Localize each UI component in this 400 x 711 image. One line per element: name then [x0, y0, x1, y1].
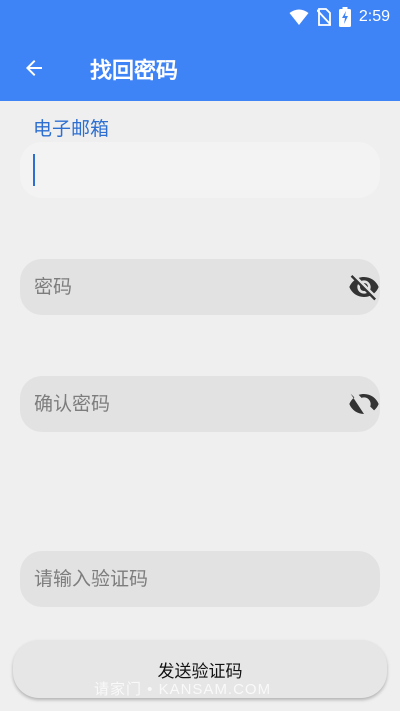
email-label: 电子邮箱 — [33, 118, 110, 140]
page-title: 找回密码 — [90, 59, 179, 84]
status-icons: 2:59 — [289, 6, 390, 28]
watermark: 请家门 • KANSAM.COM — [94, 681, 272, 698]
no-sim-icon — [316, 8, 331, 26]
battery-charging-icon — [338, 7, 351, 27]
app-bar: 2:59 找回密码 — [0, 0, 400, 101]
back-button[interactable] — [12, 46, 56, 90]
email-input[interactable] — [34, 150, 334, 190]
wifi-icon — [289, 9, 309, 25]
status-bar: 2:59 — [0, 0, 400, 34]
email-field[interactable] — [20, 142, 380, 198]
confirm-password-input[interactable] — [34, 384, 334, 424]
verification-code-input[interactable] — [34, 559, 334, 599]
confirm-password-field[interactable] — [20, 376, 380, 432]
verification-code-field[interactable] — [20, 551, 380, 607]
visibility-off-icon[interactable] — [348, 271, 380, 303]
password-field[interactable] — [20, 259, 380, 315]
arrow-back-icon — [26, 60, 42, 76]
visibility-off-icon[interactable] — [348, 388, 380, 420]
text-cursor — [33, 154, 35, 186]
status-time: 2:59 — [358, 8, 390, 25]
toolbar: 找回密码 — [0, 34, 400, 101]
password-input[interactable] — [34, 267, 334, 307]
